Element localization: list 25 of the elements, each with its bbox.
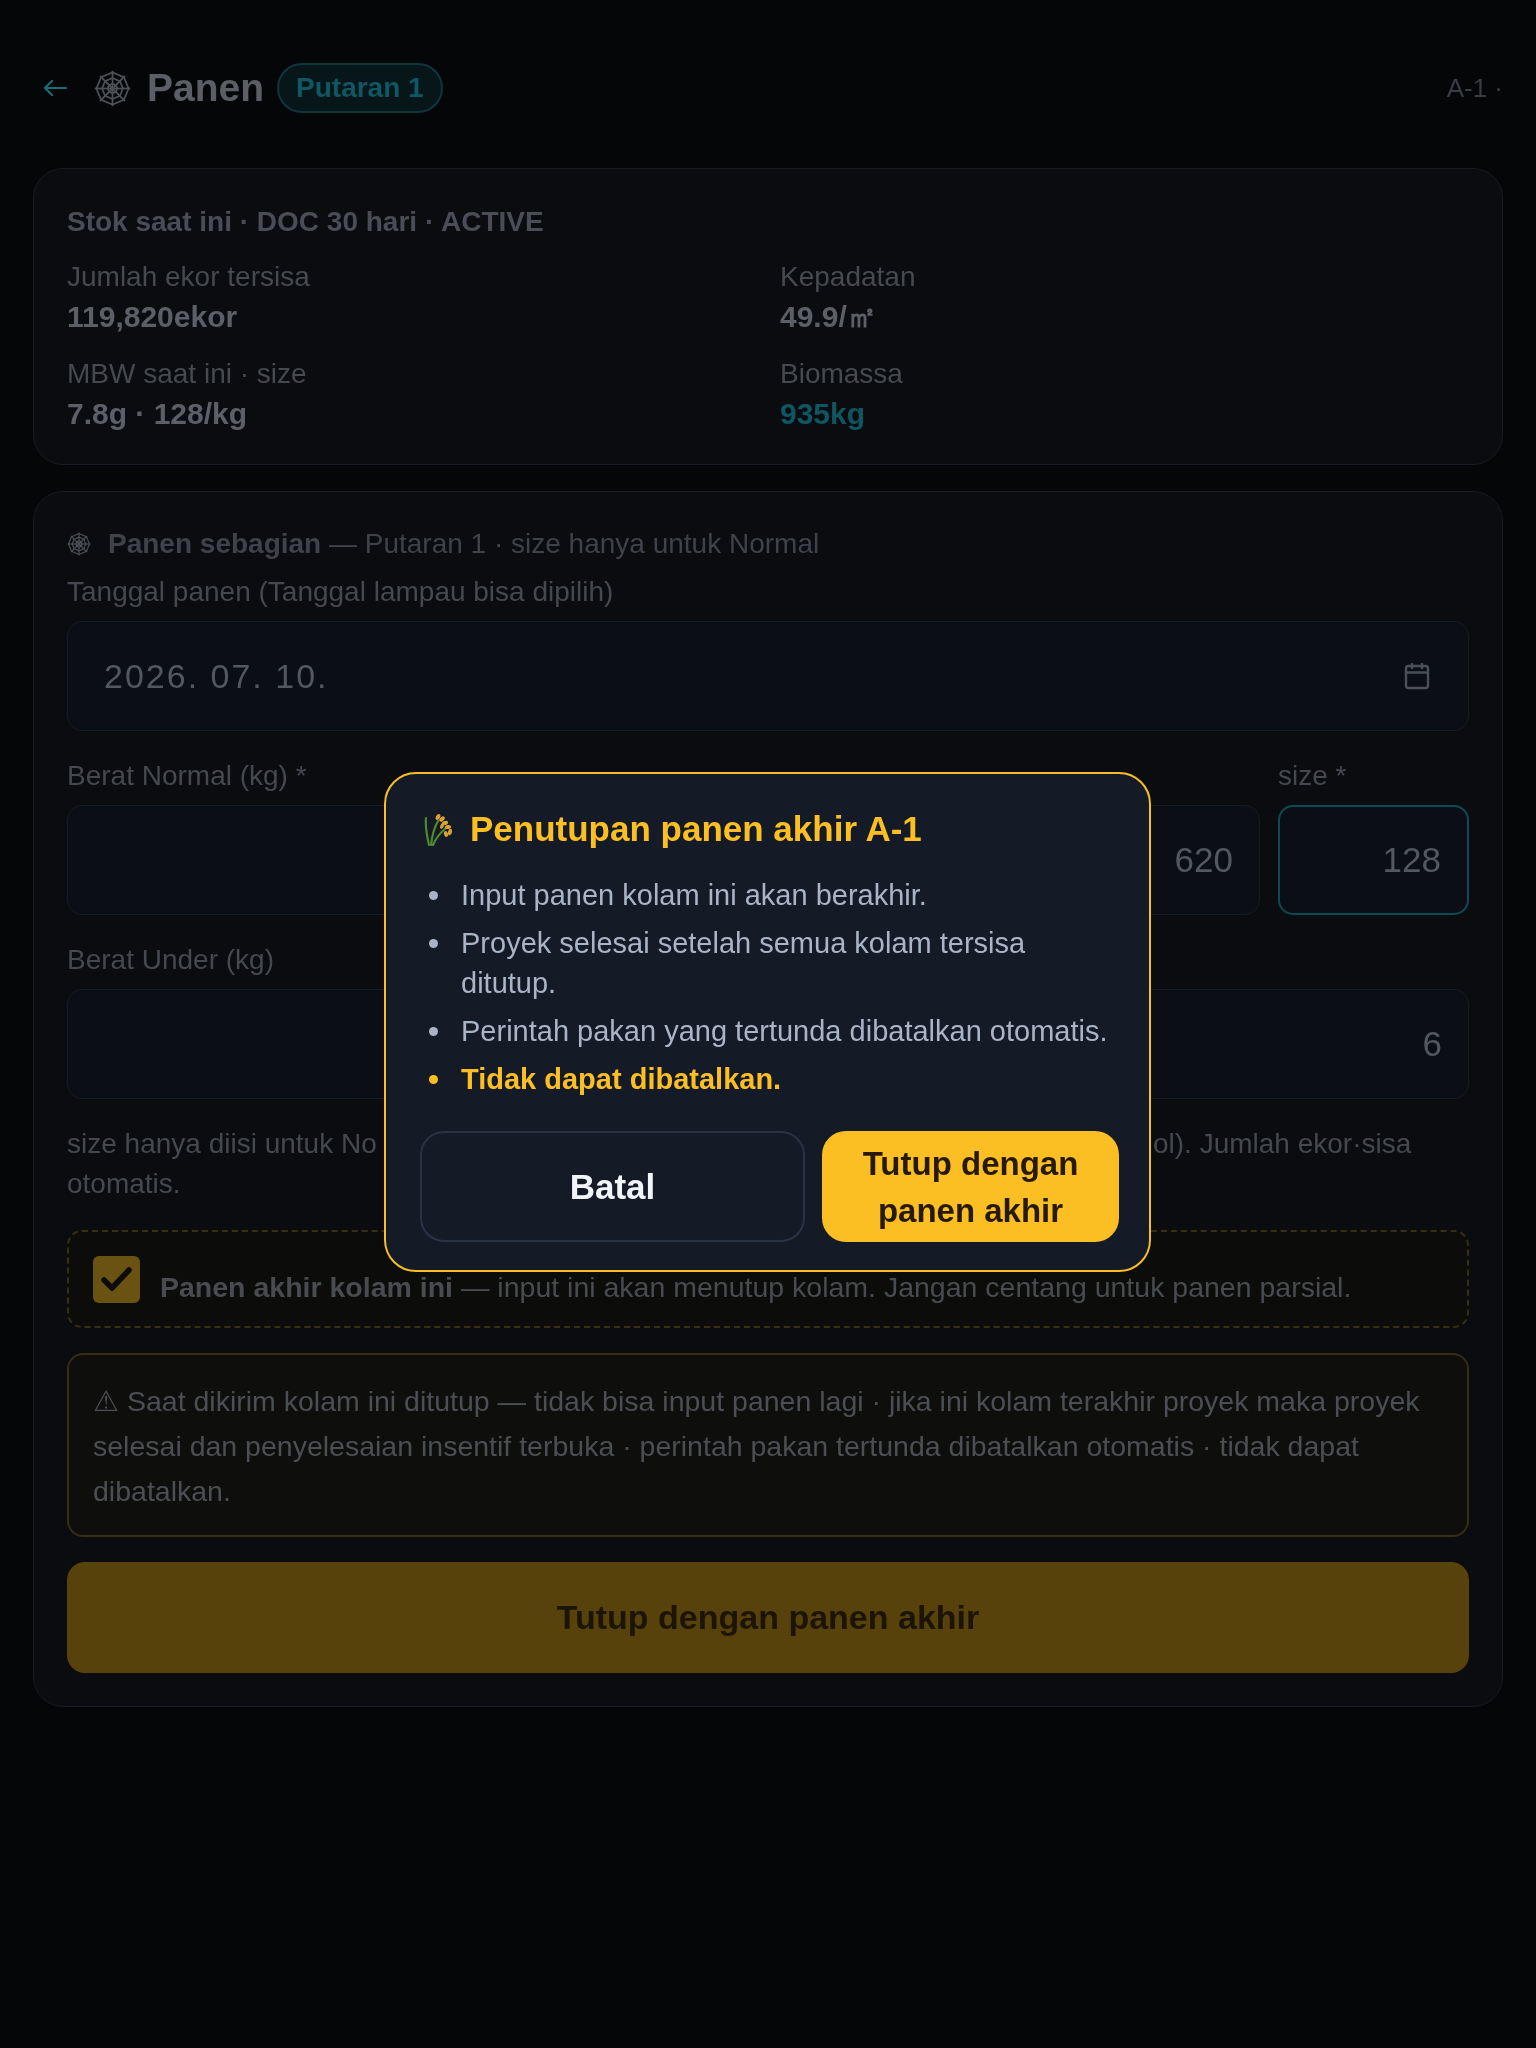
stat-label: Kepadatan [780,262,917,292]
stat-value: 7.8g · 128/kg [67,397,249,431]
warning-notice: ⚠ Saat dikirim kolam ini ditutup — tidak bisa input panen lagi · jika ini kolam terakhir proyek maka proyek selesai dan penyelesaian insentif terbuka · perintah pakan tertunda dibatalkan otomatis · tidak dapat dibatalkan. [67,1353,1469,1537]
round-badge: Putaran 1 [277,63,443,113]
stat-value: 119,820ekor [67,300,239,334]
dialog-item-text: Tidak dapat dibatalkan. [461,1062,782,1097]
dialog-item-text: Proyek selesai setelah semua kolam tersisa ditutup. [461,926,1027,1001]
pond-code: A-1 · [1446,72,1503,104]
stat-value: 935kg [780,397,867,431]
stat-label: Jumlah ekor tersisa [67,262,311,292]
help-text: size hanya diisi untuk No [67,1127,377,1161]
section-title: Panen sebagian — Putaran 1 · size hanya untuk Normal [108,528,820,560]
field-label: size * [1278,761,1348,791]
field-label: Berat Normal (kg) * [67,761,308,791]
card-title: Stok saat ini · DOC 30 hari · ACTIVE [67,206,545,238]
field-label: Tanggal panen (Tanggal lampau bisa dipilih) [67,577,615,607]
dialog-item-text: Perintah pakan yang tertunda dibatalkan otomatis. [461,1014,1108,1049]
page-title: Panen [147,66,265,110]
dialog-item-text: Input panen kolam ini akan berakhir. [461,878,927,913]
stat-value: 49.9/㎡ [780,300,878,334]
stat-label: Biomassa [780,359,904,389]
help-text: ol). Jumlah ekor·sisa [1153,1127,1412,1161]
stat-label: MBW saat ini · size [67,359,308,389]
help-text: otomatis. [67,1167,181,1201]
dialog-title: Penutupan panen akhir A-1 [470,809,922,849]
